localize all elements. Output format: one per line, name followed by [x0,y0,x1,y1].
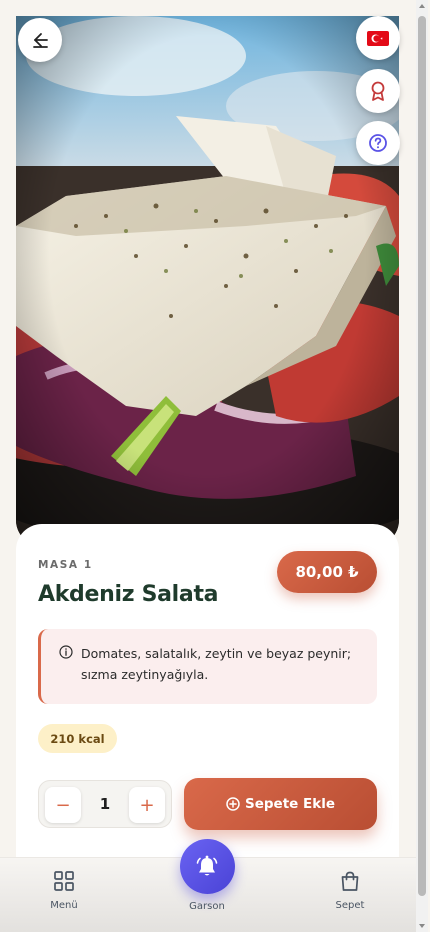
nav-waiter: Garson [172,839,242,912]
decrease-button[interactable]: − [45,787,81,823]
nav-menu[interactable]: Menü [29,870,99,911]
quantity-value: 1 [99,795,111,813]
award-ribbon-icon [371,81,385,101]
scroll-thumb[interactable] [418,16,426,896]
page-scrollbar[interactable] [416,0,428,932]
price-badge: 80,00 ₺ [277,551,377,593]
grid-icon [54,871,74,891]
nav-cart-label: Sepet [335,900,365,911]
scroll-up-arrow[interactable] [419,4,425,8]
add-to-cart-label: Sepete Ekle [245,796,335,812]
nav-menu-label: Menü [50,900,78,911]
quantity-stepper: − 1 + [38,780,172,828]
back-button[interactable] [18,18,62,62]
table-label: MASA 1 [38,559,93,571]
info-icon [59,645,73,659]
scroll-down-arrow[interactable] [419,924,425,928]
product-photo [16,16,399,546]
help-button[interactable] [356,121,400,165]
nav-cart[interactable]: Sepet [315,870,385,911]
product-title: Akdeniz Salata [38,582,219,607]
shopping-bag-icon [341,871,359,891]
add-to-cart-button[interactable]: Sepete Ekle [184,778,377,830]
arrow-left-icon [33,33,48,48]
product-description: Domates, salatalık, zeytin ve beyaz peyn… [81,646,352,682]
increase-button[interactable]: + [129,787,165,823]
call-waiter-button[interactable] [179,839,235,894]
calorie-badge: 210 kcal [38,724,117,753]
award-button[interactable] [356,69,400,113]
language-button[interactable] [356,16,400,60]
plus-circle-icon [226,797,240,811]
turkish-flag-icon [367,30,389,46]
bell-icon [196,855,218,875]
description-box: Domates, salatalık, zeytin ve beyaz peyn… [38,629,377,704]
question-circle-icon [369,134,387,152]
nav-waiter-label: Garson [189,901,225,912]
